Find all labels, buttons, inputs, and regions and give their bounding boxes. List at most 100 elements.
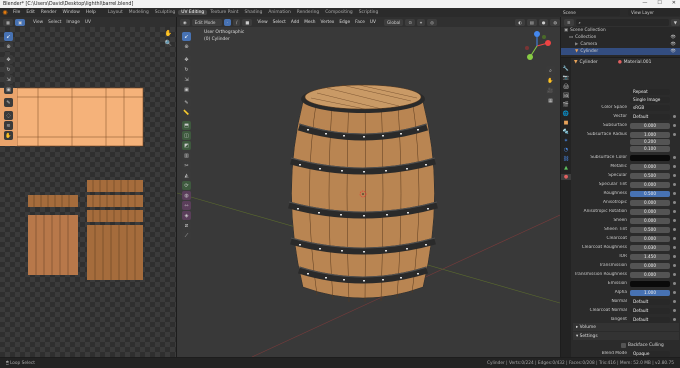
uv-zoom-icon[interactable]: 🔍 <box>165 40 172 47</box>
transmission-roughness-field[interactable]: 0.000 <box>630 271 670 278</box>
viewport-menu-view[interactable]: View <box>257 20 267 25</box>
face-select-icon[interactable]: ■ <box>242 18 253 26</box>
maximize-button[interactable]: ☐ <box>657 0 661 6</box>
uv-pinch-tool-icon[interactable]: ✋ <box>4 131 13 140</box>
scene-selector[interactable]: Scene <box>560 9 620 16</box>
inset-tool-icon[interactable]: ◫ <box>182 131 191 140</box>
socket-icon[interactable] <box>673 192 676 195</box>
visibility-eye-icon[interactable]: 👁 <box>671 42 676 47</box>
socket-icon[interactable] <box>673 273 676 276</box>
color-space-dropdown[interactable]: sRGB <box>630 104 670 111</box>
pivot-icon[interactable]: ⊙ <box>405 18 415 26</box>
outliner-item-cylinder[interactable]: ▼ Cylinder 👁 <box>561 48 680 55</box>
uv-editor-type-icon[interactable]: ▦ <box>3 18 13 26</box>
socket-icon[interactable] <box>673 318 676 321</box>
subsurface-radius-z-field[interactable]: 0.100 <box>630 145 670 152</box>
3d-viewport[interactable]: User Orthographic (0) Cylinder ➹ ⊕ ✥ ↻ ⇲… <box>177 27 560 357</box>
viewport-menu-face[interactable]: Face <box>355 20 365 25</box>
tangent-field[interactable]: Default <box>630 316 670 323</box>
outliner-filter-icon[interactable]: ▼ <box>670 18 680 26</box>
socket-icon[interactable] <box>673 183 676 186</box>
bevel-tool-icon[interactable]: ◩ <box>182 141 191 150</box>
vertex-select-icon[interactable]: · <box>223 18 231 26</box>
scale-tool-icon[interactable]: ⇲ <box>182 75 191 84</box>
select-box-tool-icon[interactable]: ➹ <box>182 32 191 41</box>
transmission-field[interactable]: 0.000 <box>630 262 670 269</box>
socket-icon[interactable] <box>673 237 676 240</box>
socket-icon[interactable] <box>673 201 676 204</box>
workspace-tab-compositing[interactable]: Compositing <box>322 10 356 15</box>
viewport-menu-vertex[interactable]: Vertex <box>321 20 335 25</box>
shear-tool-icon[interactable]: ⧄ <box>182 221 191 230</box>
world-tab-icon[interactable]: 🌐 <box>561 111 571 117</box>
outliner-item-scene-collection[interactable]: ▣ Scene Collection <box>561 27 680 34</box>
backface-culling-checkbox[interactable] <box>621 343 626 348</box>
specular-field[interactable]: 0.500 <box>630 172 670 179</box>
workspace-tab-animation[interactable]: Animation <box>265 10 293 15</box>
knife-tool-icon[interactable]: ✂ <box>182 161 191 170</box>
transform-orientation-selector[interactable]: Global <box>383 18 404 26</box>
spin-tool-icon[interactable]: ⟳ <box>182 181 191 190</box>
annotate-tool-icon[interactable]: ✎ <box>182 98 191 107</box>
uv-scale-tool-icon[interactable]: ⇲ <box>4 75 13 84</box>
workspace-tab-layout[interactable]: Layout <box>105 10 126 15</box>
socket-icon[interactable] <box>673 133 676 136</box>
output-tab-icon[interactable]: 🖨 <box>561 84 571 90</box>
socket-icon[interactable] <box>673 210 676 213</box>
blend-mode-dropdown[interactable]: Opaque <box>630 350 670 357</box>
workspace-tab-rendering[interactable]: Rendering <box>294 10 322 15</box>
overlays-icon[interactable]: ◐ <box>515 18 525 26</box>
poly-build-tool-icon[interactable]: ◭ <box>182 171 191 180</box>
modifier-tab-icon[interactable]: 🔩 <box>561 129 571 135</box>
workspace-tab-uv-editing[interactable]: UV Editing <box>178 10 208 15</box>
uv-grab-tool-icon[interactable]: ◌ <box>4 111 13 120</box>
viewport-editor-type-icon[interactable]: ◉ <box>180 18 190 26</box>
data-tab-icon[interactable]: ▲ <box>561 165 571 171</box>
move-tool-icon[interactable]: ✥ <box>182 55 191 64</box>
outliner-item-camera[interactable]: ▶ Camera 👁 <box>561 41 680 48</box>
menu-render[interactable]: Render <box>38 10 60 15</box>
viewport-menu-mesh[interactable]: Mesh <box>304 20 315 25</box>
xray-icon[interactable]: ▤ <box>526 18 537 26</box>
backface-culling-row[interactable]: Backface Culling <box>621 342 679 349</box>
uv-editor-canvas[interactable]: ➹ ⊕ ✥ ↻ ⇲ ▣ ✎ ◌ ≋ ✋ ✋ 🔍 <box>0 27 176 357</box>
uv-menu-select[interactable]: Select <box>48 20 61 25</box>
physics-tab-icon[interactable]: ◔ <box>561 147 571 153</box>
sheen-tint-field[interactable]: 0.500 <box>630 226 670 233</box>
rotate-tool-icon[interactable]: ↻ <box>182 65 191 74</box>
settings-panel-header[interactable]: ▾ Settings <box>573 332 679 340</box>
socket-icon[interactable] <box>673 174 676 177</box>
socket-icon[interactable] <box>673 255 676 258</box>
particles-tab-icon[interactable]: ✶ <box>561 138 571 144</box>
extension-dropdown[interactable]: Repeat <box>630 88 670 95</box>
uv-move-tool-icon[interactable]: ✥ <box>4 55 13 64</box>
menu-help[interactable]: Help <box>83 10 99 15</box>
scene-tab-icon[interactable]: 🎬 <box>561 102 571 108</box>
uv-select-tool-icon[interactable]: ➹ <box>4 32 13 41</box>
proportional-edit-icon[interactable]: ◎ <box>427 18 437 26</box>
socket-icon[interactable] <box>673 156 676 159</box>
shading-solid-icon[interactable]: ● <box>538 18 549 26</box>
uv-cursor-tool-icon[interactable]: ⊕ <box>4 42 13 51</box>
menu-window[interactable]: Window <box>60 10 83 15</box>
viewport-pan-icon[interactable]: ✋ <box>546 76 555 85</box>
subsurface-radius-x-field[interactable]: 1.000 <box>630 131 670 138</box>
view-layer-tab-icon[interactable]: 🖼 <box>561 93 571 99</box>
subsurface-field[interactable]: 0.000 <box>630 122 670 129</box>
measure-tool-icon[interactable]: 📏 <box>182 108 191 117</box>
viewport-menu-uv[interactable]: UV <box>370 20 376 25</box>
edge-slide-tool-icon[interactable]: ⇿ <box>182 201 191 210</box>
close-button[interactable]: ✕ <box>672 0 676 6</box>
viewport-menu-edge[interactable]: Edge <box>339 20 350 25</box>
subsurface-color-swatch[interactable] <box>630 154 670 161</box>
viewport-menu-add[interactable]: Add <box>291 20 299 25</box>
socket-icon[interactable] <box>673 282 676 285</box>
outliner-item-collection[interactable]: ▭ Collection 👁 <box>561 34 680 41</box>
workspace-tab-sculpting[interactable]: Sculpting <box>152 10 179 15</box>
roughness-field[interactable]: 0.500 <box>630 190 670 197</box>
rip-tool-icon[interactable]: ⟋ <box>182 231 191 240</box>
shrink-fatten-tool-icon[interactable]: ◈ <box>182 211 191 220</box>
specular-tint-field[interactable]: 0.000 <box>630 181 670 188</box>
viewport-zoom-icon[interactable]: ⌕ <box>546 66 555 75</box>
uv-menu-view[interactable]: View <box>33 20 43 25</box>
